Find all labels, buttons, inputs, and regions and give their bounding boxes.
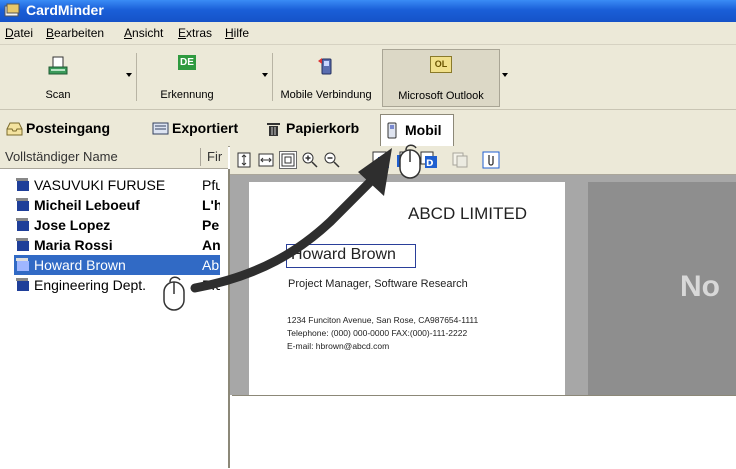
fit-width-icon[interactable] bbox=[258, 152, 274, 168]
zoom-in-icon[interactable] bbox=[302, 152, 318, 168]
window-title: CardMinder bbox=[26, 2, 104, 18]
tab-mobil-label: Mobil bbox=[405, 122, 442, 138]
menu-ansicht[interactable]: Ansicht bbox=[124, 26, 163, 40]
front-side-icon[interactable]: F bbox=[372, 151, 390, 169]
no-image-text: No bbox=[680, 270, 720, 303]
tab-exportiert[interactable]: Exportiert bbox=[148, 116, 256, 142]
recognition-button[interactable]: DE Erkennung bbox=[150, 49, 224, 105]
toolbar-separator bbox=[136, 53, 137, 101]
outlook-icon: OL bbox=[430, 56, 452, 73]
contact-card-icon bbox=[16, 218, 29, 231]
attach-icon[interactable] bbox=[482, 151, 500, 169]
list-item[interactable]: Maria Rossi An bbox=[14, 235, 220, 255]
mouse-icon bbox=[399, 144, 421, 179]
card-email: E-mail: hbrown@abcd.com bbox=[287, 341, 390, 351]
list-item[interactable]: VASUVUKI FURUSE Pfu bbox=[14, 175, 220, 195]
business-card-front: ABCD LIMITED Howard Brown Project Manage… bbox=[249, 182, 565, 395]
contact-firm: Pfu bbox=[202, 277, 220, 293]
contact-firm: Ab bbox=[202, 257, 220, 273]
contact-firm: An bbox=[202, 237, 220, 253]
recognition-dropdown-icon[interactable] bbox=[262, 73, 268, 77]
scan-icon bbox=[48, 56, 68, 75]
outlook-dropdown-icon[interactable] bbox=[502, 73, 508, 77]
tab-papierkorb-label: Papierkorb bbox=[286, 120, 360, 136]
trash-icon bbox=[267, 123, 280, 136]
column-divider[interactable] bbox=[200, 148, 201, 166]
menu-bar: Datei Bearbeiten Ansicht Extras Hilfe bbox=[0, 22, 736, 45]
mobile-phone-icon bbox=[387, 122, 397, 139]
cardminder-icon bbox=[4, 3, 20, 17]
image-toolbar: F B D bbox=[230, 146, 736, 175]
contact-name: Micheil Leboeuf bbox=[34, 197, 140, 213]
svg-text:D: D bbox=[426, 159, 433, 169]
contact-card-icon bbox=[16, 278, 29, 291]
card-company: ABCD LIMITED bbox=[408, 204, 528, 223]
scan-dropdown-icon[interactable] bbox=[126, 73, 132, 77]
recognition-label: Erkennung bbox=[160, 89, 214, 101]
menu-hilfe[interactable]: Hilfe bbox=[225, 26, 249, 40]
contact-name: Jose Lopez bbox=[34, 217, 111, 233]
contact-card-icon bbox=[16, 238, 29, 251]
fit-height-icon[interactable] bbox=[236, 152, 252, 168]
list-item[interactable]: Micheil Leboeuf L'h bbox=[14, 195, 220, 215]
title-bar: CardMinder bbox=[0, 0, 736, 22]
mouse-icon bbox=[163, 276, 185, 311]
list-item[interactable]: Jose Lopez Pe bbox=[14, 215, 220, 235]
folder-tabs: Posteingang Exportiert Papierkorb Mobil bbox=[0, 110, 736, 147]
zoom-out-icon[interactable] bbox=[324, 152, 340, 168]
contact-card-icon bbox=[16, 258, 29, 271]
list-item-selected[interactable]: Howard Brown Ab bbox=[14, 255, 220, 275]
mobile-sync-icon bbox=[318, 58, 332, 75]
details-pane bbox=[232, 395, 736, 469]
scan-label: Scan bbox=[45, 89, 71, 101]
contact-card-icon bbox=[16, 178, 29, 191]
fit-page-icon[interactable] bbox=[279, 151, 297, 169]
menu-bearbeiten[interactable]: Bearbeiten bbox=[46, 26, 104, 40]
card-phone: Telephone: (000) 000-0000 FAX:(000)-111-… bbox=[287, 328, 468, 338]
contact-card-icon bbox=[16, 198, 29, 211]
toolbar-separator bbox=[272, 53, 273, 101]
tab-papierkorb[interactable]: Papierkorb bbox=[262, 116, 374, 142]
toolbar: Scan DE Erkennung Mobile Verbindung OL M… bbox=[0, 45, 736, 110]
contact-name: Howard Brown bbox=[34, 257, 126, 273]
microsoft-outlook-label: Microsoft Outlook bbox=[398, 90, 484, 102]
mobile-connection-label: Mobile Verbindung bbox=[280, 89, 372, 101]
menu-datei[interactable]: Datei bbox=[5, 26, 33, 40]
card-name: Howard Brown bbox=[291, 246, 396, 263]
contact-name: VASUVUKI FURUSE bbox=[34, 177, 166, 193]
copy-image-icon[interactable] bbox=[452, 152, 468, 168]
column-firm[interactable]: Fir bbox=[207, 149, 222, 164]
microsoft-outlook-button[interactable]: OL Microsoft Outlook bbox=[382, 49, 500, 107]
recognition-icon: DE bbox=[178, 55, 196, 70]
list-header: Vollständiger Name Fir bbox=[0, 146, 228, 169]
tab-posteingang[interactable]: Posteingang bbox=[2, 116, 142, 142]
card-job-title: Project Manager, Software Research bbox=[288, 278, 468, 290]
menu-extras[interactable]: Extras bbox=[178, 26, 212, 40]
contact-list: VASUVUKI FURUSE Pfu Micheil Leboeuf L'h … bbox=[0, 169, 230, 468]
export-icon bbox=[152, 122, 169, 135]
contact-name: Maria Rossi bbox=[34, 237, 113, 253]
card-address: 1234 Funciton Avenue, San Rose, CA987654… bbox=[287, 315, 479, 325]
inbox-icon bbox=[6, 122, 23, 136]
contact-firm: Pfu bbox=[202, 177, 220, 193]
column-full-name[interactable]: Vollständiger Name bbox=[5, 149, 118, 164]
contact-firm: Pe bbox=[202, 217, 220, 233]
scan-button[interactable]: Scan bbox=[28, 49, 88, 105]
contact-firm: L'h bbox=[202, 197, 220, 213]
mobile-connection-button[interactable]: Mobile Verbindung bbox=[274, 49, 378, 105]
contact-name: Engineering Dept. bbox=[34, 277, 147, 293]
svg-text:F: F bbox=[380, 159, 386, 169]
tab-exportiert-label: Exportiert bbox=[172, 120, 239, 136]
tab-posteingang-label: Posteingang bbox=[26, 120, 111, 136]
